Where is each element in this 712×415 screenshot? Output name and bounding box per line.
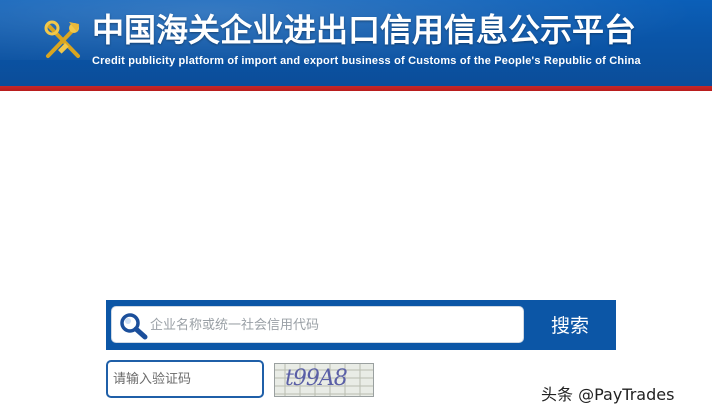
search-field xyxy=(111,306,524,343)
captcha-text: t99A8 xyxy=(285,366,348,391)
site-header: 中国海关企业进出口信用信息公示平台 Credit publicity platf… xyxy=(0,0,712,86)
site-subtitle: Credit publicity platform of import and … xyxy=(92,55,641,67)
captcha-image[interactable]: t99A8 xyxy=(274,363,374,397)
site-title: 中国海关企业进出口信用信息公示平台 xyxy=(92,11,637,49)
customs-emblem-icon xyxy=(44,20,80,58)
header-divider xyxy=(0,86,712,91)
watermark: 头条 @PayTrades xyxy=(541,385,675,404)
search-button[interactable]: 搜索 xyxy=(530,305,610,343)
captcha-input[interactable] xyxy=(106,360,264,398)
search-icon xyxy=(120,313,148,340)
search-input[interactable] xyxy=(148,310,522,340)
search-bar: 搜索 xyxy=(106,300,616,350)
